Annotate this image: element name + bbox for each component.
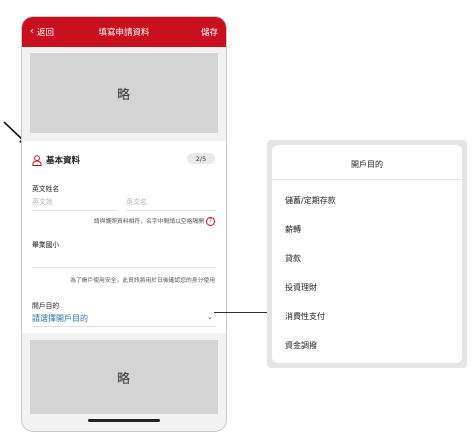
- purpose-underline: [32, 326, 216, 327]
- option-savings[interactable]: 儲蓄/定期存款: [285, 195, 336, 206]
- school-underline[interactable]: [32, 267, 216, 268]
- option-salary[interactable]: 薪轉: [285, 224, 301, 235]
- bottom-placeholder: 略: [30, 340, 218, 414]
- popup-divider: [272, 179, 462, 180]
- chevron-down-icon[interactable]: ⌄: [207, 313, 213, 321]
- help-icon[interactable]: ?: [206, 217, 215, 226]
- phone-screen: ‹ 返回 填寫申請資料 儲存 略 基本資料 2/5 英文姓名 英文姓 英文名 請…: [21, 16, 227, 432]
- basic-info-card: 基本資料 2/5 英文姓名 英文姓 英文名 請與護照資料相符，名字中間請以空格隔…: [22, 141, 226, 333]
- chevron-left-icon: ‹: [30, 26, 34, 37]
- step-badge: 2/5: [187, 153, 215, 164]
- person-icon: [32, 154, 42, 166]
- option-fund-transfer[interactable]: 資金調撥: [285, 340, 317, 351]
- section-title: 基本資料: [46, 156, 81, 166]
- popup-sheet: 開戶目的 儲蓄/定期存款 薪轉 貸款 投資理財 消費性支付 資金調撥: [272, 145, 462, 363]
- back-button[interactable]: ‹ 返回: [30, 26, 55, 39]
- first-name-underline: [126, 210, 216, 211]
- name-hint-text: 請與護照資料相符，名字中間請以空格隔開: [93, 219, 204, 225]
- first-name-input[interactable]: 英文名: [126, 197, 147, 207]
- option-loan[interactable]: 貸款: [285, 253, 301, 264]
- school-hint: 為了帳戶使用安全，此資訊將用於日後確認您的身分使用: [70, 278, 215, 284]
- name-hint: 請與護照資料相符，名字中間請以空格隔開?: [94, 216, 215, 226]
- section-header: 基本資料: [32, 154, 80, 166]
- purpose-popup: 開戶目的 儲蓄/定期存款 薪轉 貸款 投資理財 消費性支付 資金調撥: [267, 140, 467, 368]
- last-name-underline: [32, 210, 116, 211]
- nav-bar: ‹ 返回 填寫申請資料 儲存: [22, 17, 226, 47]
- top-placeholder: 略: [30, 53, 218, 133]
- popup-title: 開戶目的: [351, 160, 383, 169]
- last-name-input[interactable]: 英文姓: [32, 197, 53, 207]
- purpose-select[interactable]: 請選擇開戶目的: [32, 313, 88, 324]
- connector-line: [214, 312, 270, 313]
- option-consumer-payment[interactable]: 消費性支付: [285, 311, 325, 322]
- back-label: 返回: [37, 28, 55, 38]
- save-button[interactable]: 儲存: [201, 26, 218, 38]
- english-name-label: 英文姓名: [32, 185, 60, 193]
- option-investment[interactable]: 投資理財: [285, 282, 317, 293]
- school-label: 畢業國小: [32, 241, 60, 249]
- home-indicator: [88, 419, 160, 422]
- purpose-label: 開戶目的: [32, 302, 60, 310]
